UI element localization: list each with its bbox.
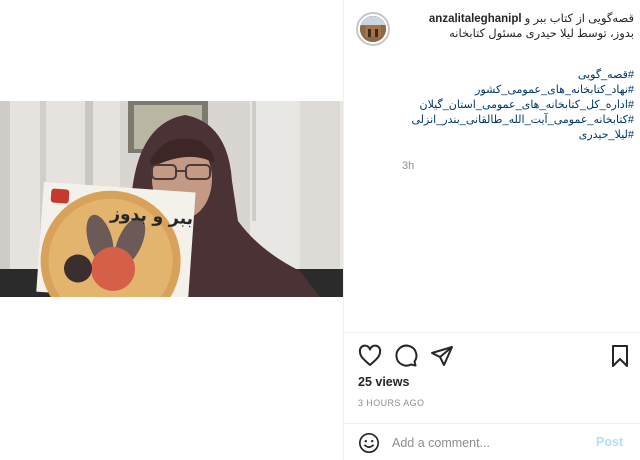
hashtag-link[interactable]: #قصه_گویی bbox=[402, 68, 634, 83]
post-timestamp[interactable]: 3 HOURS AGO bbox=[358, 398, 424, 408]
avatar-image bbox=[360, 16, 386, 42]
views-count[interactable]: 25 views bbox=[358, 375, 409, 389]
action-bar bbox=[344, 340, 640, 372]
caption-text-line1: قصه‌گویی از کتاب ببر و bbox=[524, 13, 634, 25]
video-player[interactable]: ببر و بدوز bbox=[0, 101, 343, 297]
comment-bar: Post bbox=[344, 424, 640, 460]
hashtag-link[interactable]: #لیلا_حیدری bbox=[402, 128, 634, 143]
avatar[interactable] bbox=[356, 12, 390, 46]
post-media-area: ببر و بدوز bbox=[0, 0, 343, 460]
post-caption: قصه‌گویی از کتاب ببر و anzalitaleghanipl… bbox=[402, 12, 634, 42]
hashtag-link[interactable]: #نهاد_کتابخانه_های_عمومی_کشور bbox=[402, 83, 634, 98]
heart-icon[interactable] bbox=[358, 344, 382, 368]
username-link[interactable]: anzalitaleghanipl bbox=[429, 13, 522, 25]
comment-bubble-icon[interactable] bbox=[394, 344, 418, 368]
divider bbox=[344, 332, 640, 333]
hashtag-link[interactable]: #کتابخانه_عمومی_آیت_الله_طالقانی_بندر_ان… bbox=[402, 113, 634, 128]
caption-text-line2: بدوز، توسط لیلا حیدری مسئول کتابخانه bbox=[449, 28, 634, 40]
hashtag-link[interactable]: #اداره_کل_کتابخانه_های_عمومی_استان_گیلان bbox=[402, 98, 634, 113]
caption-time-ago[interactable]: 3h bbox=[402, 160, 414, 172]
post-comment-button[interactable]: Post bbox=[596, 435, 623, 449]
hashtag-list: #قصه_گویی #نهاد_کتابخانه_های_عمومی_کشور … bbox=[402, 68, 634, 143]
comment-input[interactable] bbox=[392, 433, 582, 453]
smiley-icon[interactable] bbox=[358, 432, 380, 454]
post-side-panel: قصه‌گویی از کتاب ببر و anzalitaleghanipl… bbox=[343, 0, 640, 460]
paper-plane-icon[interactable] bbox=[430, 344, 454, 368]
bookmark-icon[interactable] bbox=[608, 344, 632, 368]
video-frame: ببر و بدوز bbox=[0, 101, 343, 297]
